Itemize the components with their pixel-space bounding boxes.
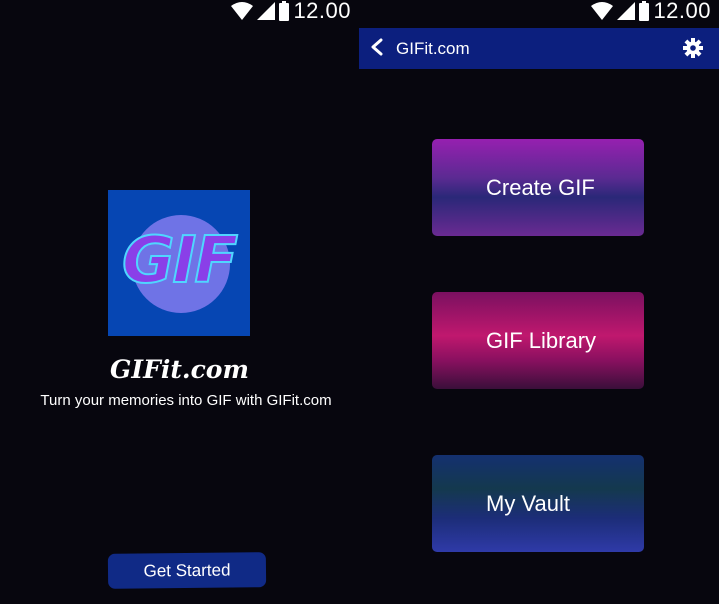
create-gif-button[interactable]: Create GIF	[432, 139, 644, 236]
app-logo: GIF	[108, 190, 250, 336]
get-started-button[interactable]: Get Started	[107, 552, 267, 589]
gif-library-button[interactable]: GIF Library	[432, 292, 644, 389]
app-bar-title: GIFit.com	[396, 39, 470, 58]
app-name: GIFit.com	[110, 355, 249, 384]
signal-icon	[257, 2, 276, 20]
back-arrow-icon[interactable]	[369, 38, 385, 56]
battery-icon	[639, 1, 650, 21]
my-vault-button[interactable]: My Vault	[432, 455, 644, 552]
gear-icon[interactable]	[683, 38, 703, 58]
logo-text: GIF	[121, 223, 239, 299]
wifi-icon	[591, 2, 614, 20]
menu-screen: 12.00 GIFit.com Create GIF GIF Library M…	[359, 0, 719, 604]
signal-icon	[617, 2, 636, 20]
status-time: 12.00	[293, 0, 351, 23]
status-bar: 12.00	[231, 0, 351, 22]
status-time: 12.00	[653, 0, 711, 23]
battery-icon	[279, 1, 290, 21]
tagline: Turn your memories into GIF with GIFit.c…	[40, 392, 332, 409]
status-bar: 12.00	[591, 0, 711, 22]
app-bar: GIFit.com	[359, 28, 719, 69]
splash-screen: 12.00 GIF GIFit.com Turn your memories i…	[0, 0, 359, 604]
wifi-icon	[231, 2, 254, 20]
